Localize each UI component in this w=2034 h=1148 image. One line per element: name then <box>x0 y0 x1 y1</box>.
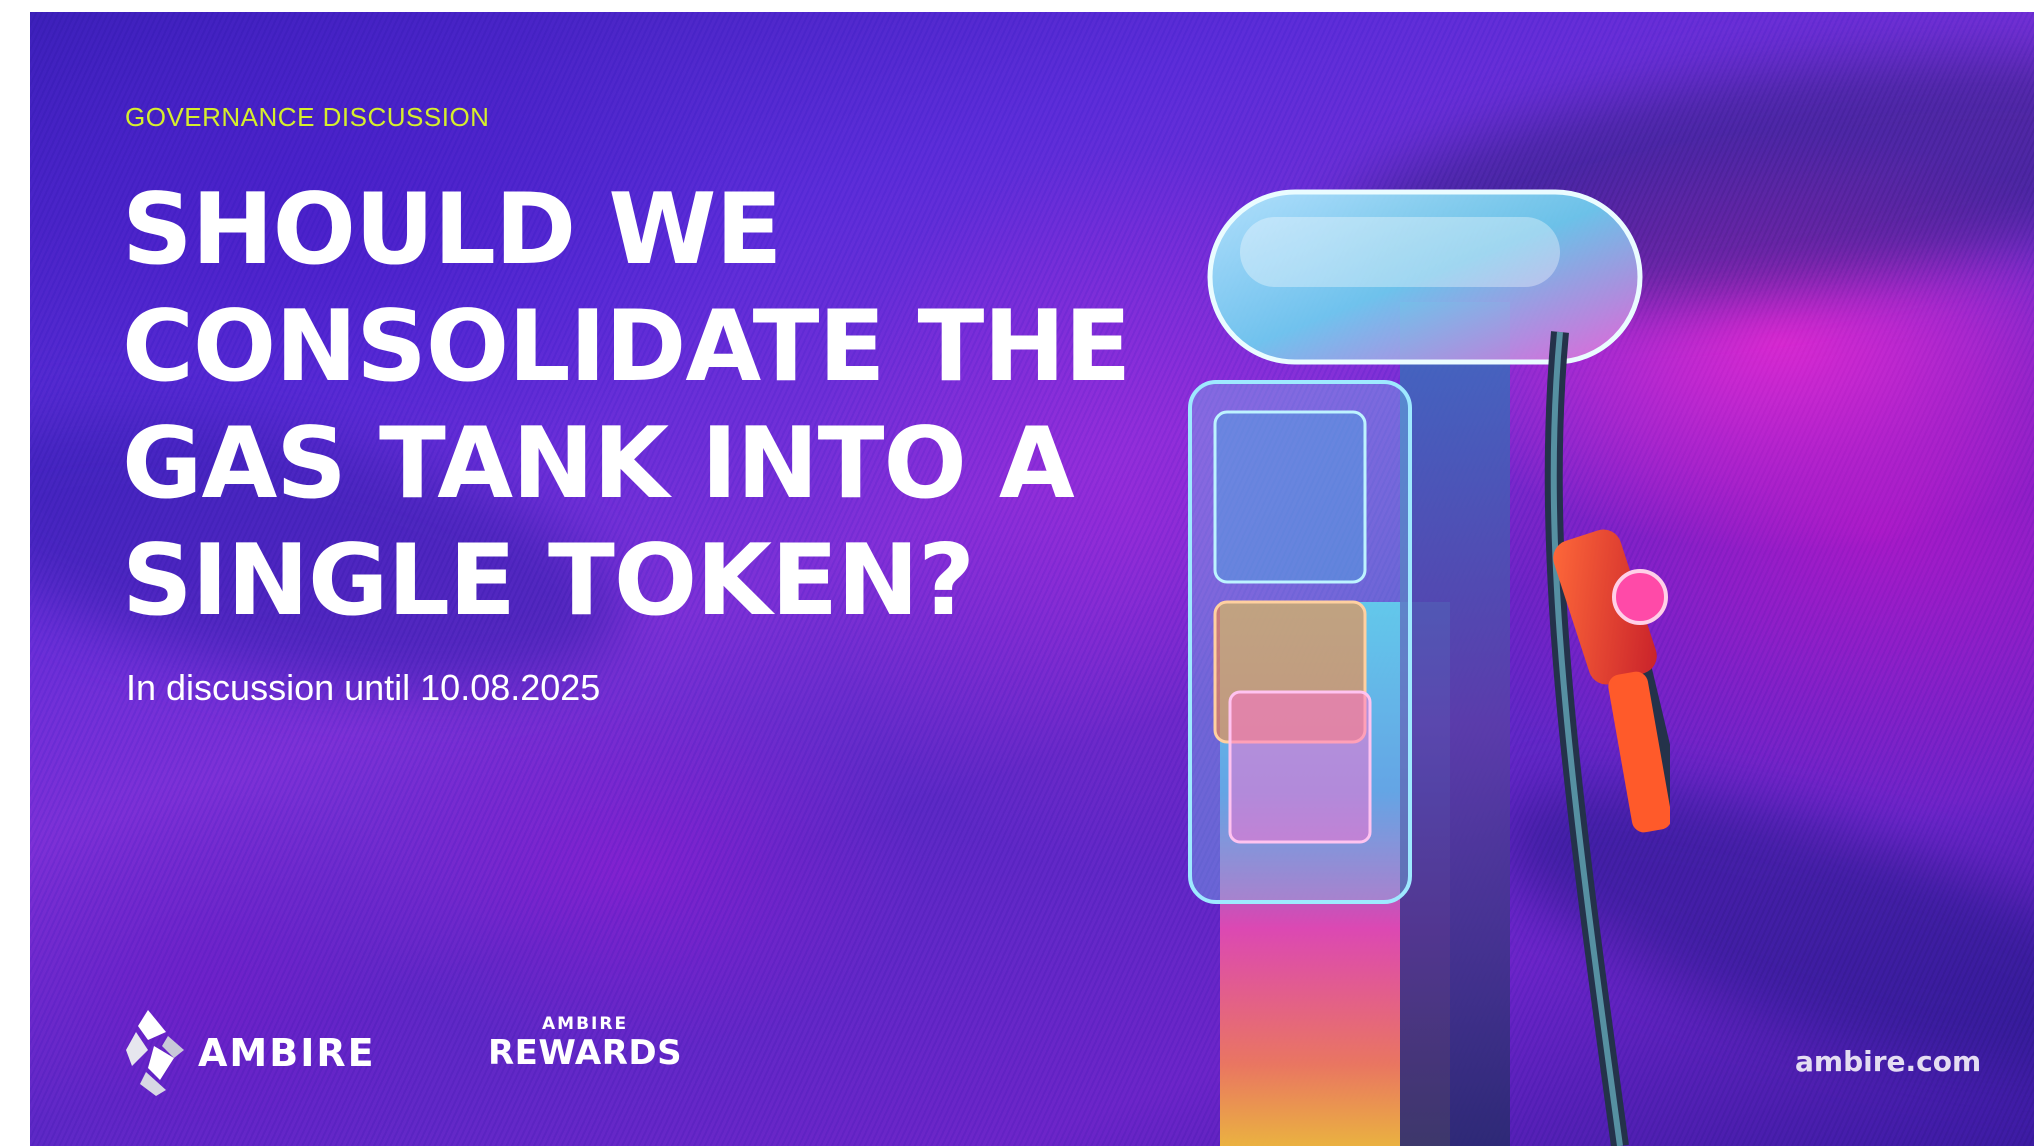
banner-image: GOVERNANCE DISCUSSION SHOULD WE CONSOLID… <box>30 12 2034 1146</box>
headline-line: SINGLE TOKEN? <box>122 524 975 638</box>
ambire-logo: AMBIRE <box>126 1010 376 1096</box>
headline-line: SHOULD WE <box>122 173 782 287</box>
ambire-rewards-logo: AMBIRE REWARDS <box>488 1014 682 1072</box>
rewards-label-top: AMBIRE <box>542 1014 629 1034</box>
headline-line: GAS TANK INTO A <box>122 407 1075 521</box>
brand-name: AMBIRE <box>198 1031 376 1075</box>
ambire-logo-icon <box>126 1010 184 1096</box>
discussion-deadline: In discussion until 10.08.2025 <box>126 667 601 708</box>
rewards-label-bottom: REWARDS <box>488 1033 683 1073</box>
headline-line: CONSOLIDATE THE <box>122 290 1131 404</box>
category-label: GOVERNANCE DISCUSSION <box>125 102 490 132</box>
headline: SHOULD WE CONSOLIDATE THE GAS TANK INTO … <box>122 172 1282 640</box>
website-url: ambire.com <box>1795 1045 1982 1078</box>
